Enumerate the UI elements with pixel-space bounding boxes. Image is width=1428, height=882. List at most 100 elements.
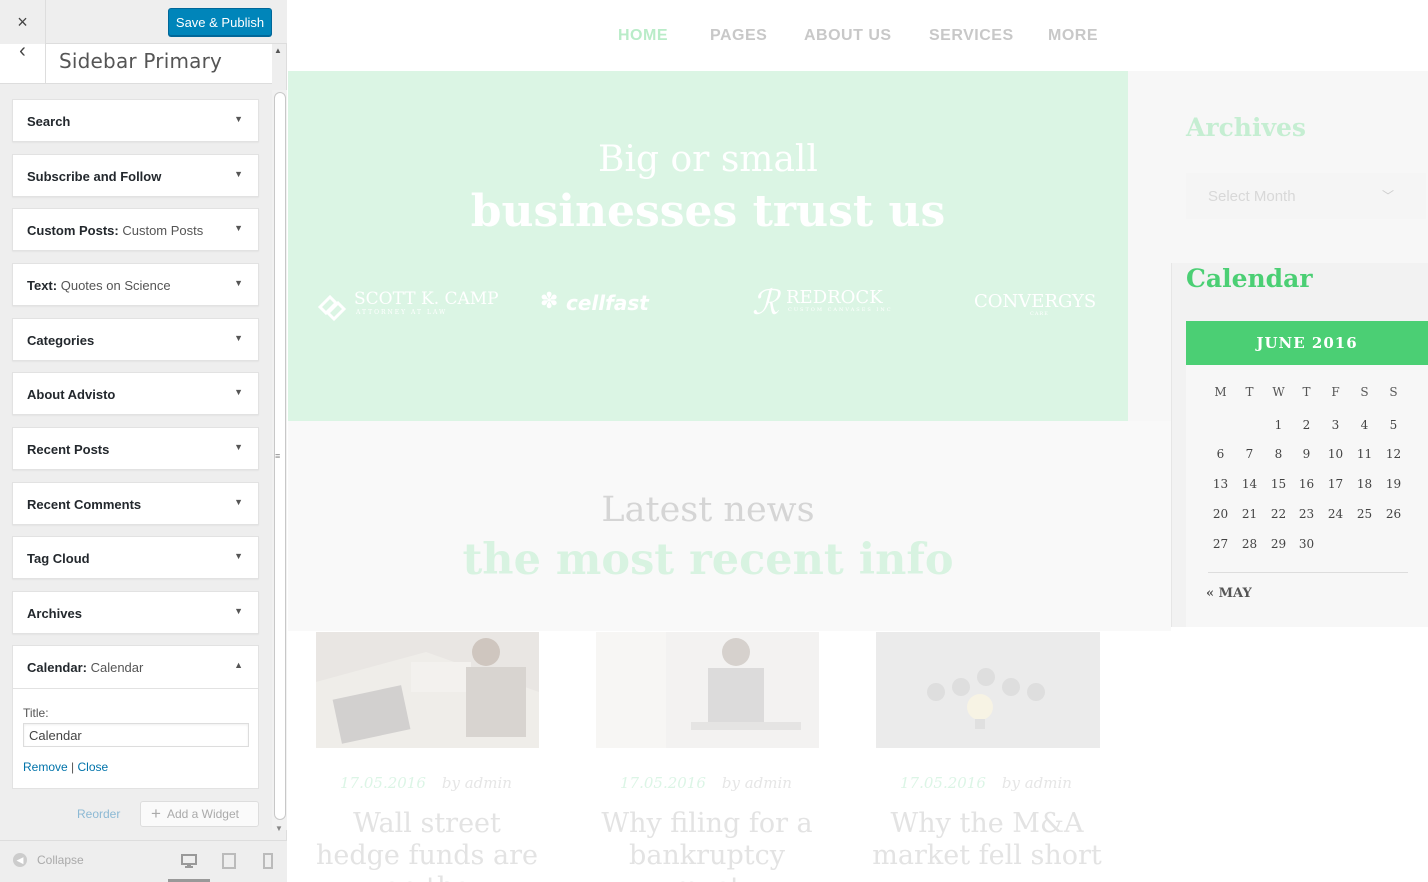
scott-logo-icon xyxy=(317,294,347,321)
collapse-arrow-icon[interactable]: ▲ xyxy=(234,660,243,670)
expand-arrow-icon[interactable]: ▼ xyxy=(234,223,243,233)
post-date[interactable]: 17.05.2016 xyxy=(340,774,426,792)
expand-arrow-icon[interactable]: ▼ xyxy=(234,551,243,561)
archives-widget-title: Archives xyxy=(1186,113,1306,142)
expand-arrow-icon[interactable]: ▼ xyxy=(234,387,243,397)
close-customizer-button[interactable]: × xyxy=(0,0,46,44)
widget-title: Search xyxy=(27,114,71,129)
calendar-day: 1 xyxy=(1274,418,1283,432)
widget-title: Subscribe and Follow xyxy=(27,169,162,184)
expand-arrow-icon[interactable]: ▼ xyxy=(234,497,243,507)
calendar-day: 10 xyxy=(1327,447,1344,461)
calendar-day: 12 xyxy=(1385,447,1402,461)
calendar-day: 19 xyxy=(1385,477,1402,491)
calendar-day: 17 xyxy=(1327,477,1344,491)
news-subtitle: Latest news xyxy=(601,490,815,530)
close-link[interactable]: Close xyxy=(78,760,109,774)
calendar-day: 28 xyxy=(1241,537,1258,551)
calendar-day: 26 xyxy=(1385,507,1402,521)
post-meta-3: 17.05.2016 by admin xyxy=(900,774,1072,792)
customizer-header: × Save & Publish xyxy=(0,0,287,44)
widget-custom-posts[interactable]: Custom Posts: Custom Posts ▼ xyxy=(12,208,259,251)
calendar-widget-title: Calendar xyxy=(1186,264,1313,293)
post-title-3[interactable]: Why the M&A market fell short xyxy=(872,808,1102,872)
expand-arrow-icon[interactable]: ▼ xyxy=(234,333,243,343)
calendar-weekday: F xyxy=(1331,385,1340,399)
archives-month-select[interactable]: Select Month ﹀ xyxy=(1186,173,1426,219)
nav-services[interactable]: SERVICES xyxy=(929,27,1014,45)
widget-recent-comments[interactable]: Recent Comments ▼ xyxy=(12,482,259,525)
section-title: Sidebar Primary xyxy=(59,49,223,73)
expand-arrow-icon[interactable]: ▼ xyxy=(234,114,243,124)
scroll-down-arrow-icon[interactable]: ▼ xyxy=(275,824,283,833)
title-input[interactable]: Calendar xyxy=(23,723,249,747)
hero-subtitle: Big or small xyxy=(598,139,818,180)
mobile-preview-icon[interactable] xyxy=(259,853,277,869)
collapse-label: Collapse xyxy=(37,853,84,867)
add-widget-label: Add a Widget xyxy=(166,807,239,821)
calendar-day: 22 xyxy=(1270,507,1287,521)
nav-home[interactable]: HOME xyxy=(618,27,668,45)
post-title-2[interactable]: Why filing for a bankruptcy must xyxy=(592,808,822,882)
widget-tag-cloud[interactable]: Tag Cloud ▼ xyxy=(12,536,259,579)
tablet-preview-icon[interactable] xyxy=(220,853,238,869)
calendar-weekday: S xyxy=(1360,385,1369,399)
scroll-up-arrow-icon[interactable]: ▲ xyxy=(274,46,282,55)
calendar-day: 5 xyxy=(1389,418,1398,432)
add-widget-button[interactable]: + Add a Widget xyxy=(140,801,259,827)
collapse-arrow-icon: ◀ xyxy=(13,853,27,867)
calendar-day: 27 xyxy=(1212,537,1229,551)
calendar-day: 7 xyxy=(1245,447,1254,461)
link-separator: | xyxy=(71,760,75,774)
reorder-link[interactable]: Reorder xyxy=(77,807,120,821)
cellfast-logo-icon: ✽ xyxy=(540,289,559,314)
widget-calendar-header[interactable]: Calendar: Calendar ▲ xyxy=(13,646,258,689)
post-author[interactable]: by admin xyxy=(1002,774,1072,792)
post-title-1[interactable]: Wall street hedge funds are on the xyxy=(312,808,542,882)
post-image-3[interactable] xyxy=(876,632,1100,748)
widget-calendar-expanded: Calendar: Calendar ▲ Title: Calendar Rem… xyxy=(12,645,259,789)
expand-arrow-icon[interactable]: ▼ xyxy=(234,278,243,288)
calendar-day: 13 xyxy=(1212,477,1229,491)
nav-more[interactable]: MORE xyxy=(1048,27,1098,45)
expand-arrow-icon[interactable]: ▼ xyxy=(234,606,243,616)
post-author[interactable]: by admin xyxy=(722,774,792,792)
widget-about[interactable]: About Advisto ▼ xyxy=(12,372,259,415)
post-image-1[interactable] xyxy=(316,632,539,748)
main-nav: HOME PAGES ABOUT US SERVICES MORE xyxy=(288,0,1428,71)
save-publish-button[interactable]: Save & Publish xyxy=(168,8,272,36)
widget-recent-posts[interactable]: Recent Posts ▼ xyxy=(12,427,259,470)
hero-title: businesses trust us xyxy=(470,186,946,237)
post-date[interactable]: 17.05.2016 xyxy=(620,774,706,792)
expand-arrow-icon[interactable]: ▼ xyxy=(234,169,243,179)
back-button[interactable]: ‹ xyxy=(0,41,46,84)
calendar-divider xyxy=(1208,572,1408,573)
widget-categories[interactable]: Categories ▼ xyxy=(12,318,259,361)
site-preview: HOME PAGES ABOUT US SERVICES MORE Big or… xyxy=(288,0,1428,882)
remove-link[interactable]: Remove xyxy=(23,760,68,774)
desktop-preview-icon[interactable] xyxy=(180,853,198,869)
calendar-weekday: W xyxy=(1272,385,1285,399)
widget-subscribe-follow[interactable]: Subscribe and Follow ▼ xyxy=(12,154,259,197)
calendar-day: 3 xyxy=(1331,418,1340,432)
widget-archives[interactable]: Archives ▼ xyxy=(12,591,259,634)
calendar-prev-month-link[interactable]: « MAY xyxy=(1206,586,1252,601)
widget-title: About Advisto xyxy=(27,387,116,402)
nav-pages[interactable]: PAGES xyxy=(710,27,767,45)
calendar-weekday: S xyxy=(1389,385,1398,399)
calendar-day: 14 xyxy=(1241,477,1258,491)
calendar-day: 21 xyxy=(1241,507,1258,521)
widget-title: Text: Quotes on Science xyxy=(27,278,171,293)
post-date[interactable]: 17.05.2016 xyxy=(900,774,986,792)
expand-arrow-icon[interactable]: ▼ xyxy=(234,442,243,452)
widget-text-quotes[interactable]: Text: Quotes on Science ▼ xyxy=(12,263,259,306)
nav-about-us[interactable]: ABOUT US xyxy=(804,27,892,45)
collapse-button[interactable]: ◀ Collapse xyxy=(13,853,84,867)
calendar-day: 11 xyxy=(1356,447,1373,461)
widget-title: Categories xyxy=(27,333,95,348)
post-author[interactable]: by admin xyxy=(442,774,512,792)
widget-actions: Remove | Close xyxy=(23,760,108,774)
widget-search[interactable]: Search ▼ xyxy=(12,99,259,142)
hero-section: Big or small businesses trust us SCOTT K… xyxy=(288,71,1128,421)
post-image-2[interactable] xyxy=(596,632,819,748)
